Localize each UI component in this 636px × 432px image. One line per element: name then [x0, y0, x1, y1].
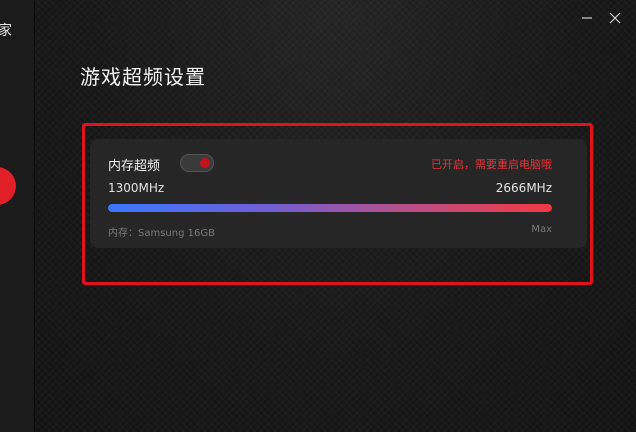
minimize-button[interactable] [580, 11, 594, 25]
min-frequency: 1300MHz [108, 181, 165, 195]
status-text: 已开启，需要重启电脑哦 [431, 158, 552, 171]
minimize-icon [582, 17, 592, 19]
frequency-bar[interactable] [108, 204, 552, 212]
level-label: Max [531, 224, 552, 235]
sidebar: 家 [0, 0, 35, 432]
close-icon [609, 12, 621, 24]
memory-oc-toggle[interactable] [180, 154, 214, 172]
app-title: 家 [0, 20, 12, 40]
app-window: 家 游戏超频设置 内存超频 已开启，需要重启电脑哦 [0, 0, 636, 432]
memory-oc-label: 内存超频 [108, 159, 161, 174]
max-frequency: 2666MHz [495, 181, 552, 195]
window-controls [580, 11, 622, 25]
main-panel: 游戏超频设置 内存超频 已开启，需要重启电脑哦 1300MHz 2666MHz … [35, 0, 636, 432]
close-button[interactable] [608, 11, 622, 25]
frequency-bar-fill [108, 204, 552, 212]
memory-info: 内存：Samsung 16GB [108, 228, 215, 239]
memory-oc-card: 内存超频 已开启，需要重启电脑哦 1300MHz 2666MHz 内存：Sams… [90, 139, 587, 248]
sidebar-active-indicator[interactable] [0, 167, 16, 205]
toggle-knob [200, 158, 210, 168]
page-title: 游戏超频设置 [80, 65, 206, 89]
